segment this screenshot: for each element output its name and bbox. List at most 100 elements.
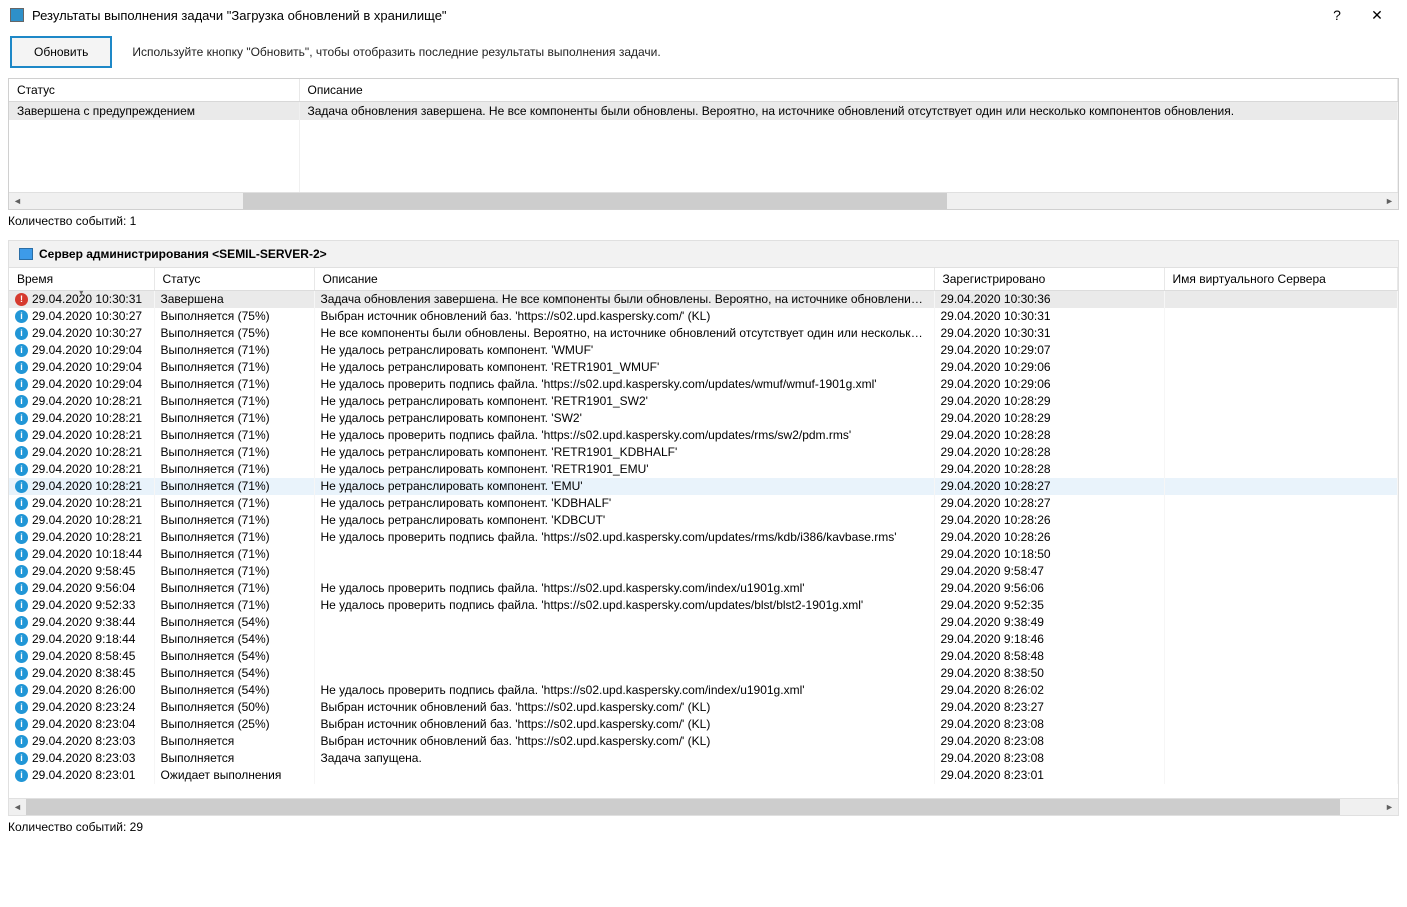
window-title: Результаты выполнения задачи "Загрузка о… — [32, 8, 1317, 23]
event-vserver — [1164, 614, 1398, 631]
event-vserver — [1164, 359, 1398, 376]
event-desc: Не удалось проверить подпись файла. 'htt… — [314, 597, 934, 614]
table-row[interactable]: i29.04.2020 8:38:45Выполняется (54%)29.0… — [9, 665, 1398, 682]
table-row[interactable]: i29.04.2020 10:28:21Выполняется (71%)Не … — [9, 444, 1398, 461]
table-row[interactable]: i29.04.2020 8:26:00Выполняется (54%)Не у… — [9, 682, 1398, 699]
event-desc: Не удалось ретранслировать компонент. 'E… — [314, 478, 934, 495]
event-time: 29.04.2020 9:18:44 — [32, 632, 135, 646]
event-time: 29.04.2020 9:38:44 — [32, 615, 135, 629]
help-button[interactable]: ? — [1317, 7, 1357, 23]
event-desc: Не удалось ретранслировать компонент. 'R… — [314, 393, 934, 410]
event-registered: 29.04.2020 10:28:28 — [934, 461, 1164, 478]
empty-row — [9, 174, 1398, 192]
col-vserver[interactable]: Имя виртуального Сервера — [1164, 268, 1398, 291]
scroll-left-icon[interactable]: ◄ — [9, 193, 26, 210]
table-row[interactable]: i29.04.2020 9:58:45Выполняется (71%)29.0… — [9, 563, 1398, 580]
event-desc: Не удалось ретранслировать компонент. 'S… — [314, 410, 934, 427]
table-row[interactable]: i29.04.2020 8:23:01Ожидает выполнения29.… — [9, 767, 1398, 784]
event-registered: 29.04.2020 8:23:01 — [934, 767, 1164, 784]
table-row[interactable]: !29.04.2020 10:30:31ЗавершенаЗадача обно… — [9, 291, 1398, 308]
scroll-right-icon[interactable]: ► — [1381, 799, 1398, 816]
info-icon: i — [15, 650, 28, 663]
table-row[interactable]: i29.04.2020 9:38:44Выполняется (54%)29.0… — [9, 614, 1398, 631]
table-row[interactable]: i29.04.2020 8:23:03ВыполняетсяВыбран ист… — [9, 733, 1398, 750]
event-registered: 29.04.2020 10:18:50 — [934, 546, 1164, 563]
table-row[interactable]: i29.04.2020 10:28:21Выполняется (71%)Не … — [9, 461, 1398, 478]
table-row[interactable]: i29.04.2020 10:29:04Выполняется (71%)Не … — [9, 376, 1398, 393]
event-desc — [314, 631, 934, 648]
col-desc[interactable]: Описание — [299, 79, 1398, 102]
event-desc: Не удалось ретранслировать компонент. 'K… — [314, 495, 934, 512]
col-desc[interactable]: Описание — [314, 268, 934, 291]
event-status: Выполняется (71%) — [154, 410, 314, 427]
summary-desc: Задача обновления завершена. Не все комп… — [299, 102, 1398, 121]
table-row[interactable]: i29.04.2020 10:28:21Выполняется (71%)Не … — [9, 427, 1398, 444]
table-row[interactable]: i29.04.2020 8:23:24Выполняется (50%)Выбр… — [9, 699, 1398, 716]
table-row[interactable]: i29.04.2020 9:52:33Выполняется (71%)Не у… — [9, 597, 1398, 614]
table-row[interactable]: i29.04.2020 9:56:04Выполняется (71%)Не у… — [9, 580, 1398, 597]
table-row[interactable]: i29.04.2020 10:28:21Выполняется (71%)Не … — [9, 410, 1398, 427]
col-time[interactable]: Время▾ — [9, 268, 154, 291]
table-row[interactable]: i29.04.2020 10:30:27Выполняется (75%)Выб… — [9, 308, 1398, 325]
event-vserver — [1164, 546, 1398, 563]
events-table[interactable]: Время▾ Статус Описание Зарегистрировано … — [9, 268, 1398, 784]
table-row[interactable]: i29.04.2020 10:30:27Выполняется (75%)Не … — [9, 325, 1398, 342]
refresh-button[interactable]: Обновить — [10, 36, 112, 68]
table-row[interactable]: i29.04.2020 8:23:03ВыполняетсяЗадача зап… — [9, 750, 1398, 767]
table-row[interactable]: i29.04.2020 10:28:21Выполняется (71%)Не … — [9, 529, 1398, 546]
event-vserver — [1164, 733, 1398, 750]
event-desc: Не удалось проверить подпись файла. 'htt… — [314, 682, 934, 699]
event-registered: 29.04.2020 10:28:26 — [934, 512, 1164, 529]
event-desc: Не удалось проверить подпись файла. 'htt… — [314, 580, 934, 597]
event-registered: 29.04.2020 8:23:08 — [934, 716, 1164, 733]
event-vserver — [1164, 597, 1398, 614]
summary-count: Количество событий: 1 — [0, 210, 1407, 232]
event-vserver — [1164, 342, 1398, 359]
summary-table[interactable]: Статус Описание Завершена с предупрежден… — [9, 79, 1398, 192]
table-row[interactable]: i29.04.2020 10:28:21Выполняется (71%)Не … — [9, 478, 1398, 495]
event-registered: 29.04.2020 8:26:02 — [934, 682, 1164, 699]
info-icon: i — [15, 667, 28, 680]
table-row[interactable]: i29.04.2020 10:29:04Выполняется (71%)Не … — [9, 359, 1398, 376]
event-vserver — [1164, 665, 1398, 682]
events-scrollbar[interactable]: ◄ ► — [9, 798, 1398, 815]
event-vserver — [1164, 529, 1398, 546]
col-status[interactable]: Статус — [154, 268, 314, 291]
event-time: 29.04.2020 8:26:00 — [32, 683, 135, 697]
summary-scrollbar[interactable]: ◄ ► — [9, 192, 1398, 209]
event-time: 29.04.2020 10:28:21 — [32, 394, 142, 408]
event-vserver — [1164, 393, 1398, 410]
table-row[interactable]: i29.04.2020 10:29:04Выполняется (71%)Не … — [9, 342, 1398, 359]
event-status: Выполняется (25%) — [154, 716, 314, 733]
event-status: Выполняется (50%) — [154, 699, 314, 716]
event-vserver — [1164, 750, 1398, 767]
table-row[interactable]: i29.04.2020 10:18:44Выполняется (71%)29.… — [9, 546, 1398, 563]
info-icon: i — [15, 395, 28, 408]
event-vserver — [1164, 580, 1398, 597]
event-status: Ожидает выполнения — [154, 767, 314, 784]
col-status[interactable]: Статус — [9, 79, 299, 102]
summary-status: Завершена с предупреждением — [9, 102, 299, 121]
event-registered: 29.04.2020 9:52:35 — [934, 597, 1164, 614]
table-row[interactable]: i29.04.2020 10:28:21Выполняется (71%)Не … — [9, 393, 1398, 410]
table-row[interactable]: i29.04.2020 9:18:44Выполняется (54%)29.0… — [9, 631, 1398, 648]
event-desc — [314, 546, 934, 563]
table-row[interactable]: i29.04.2020 8:23:04Выполняется (25%)Выбр… — [9, 716, 1398, 733]
table-row[interactable]: i29.04.2020 8:58:45Выполняется (54%)29.0… — [9, 648, 1398, 665]
event-desc — [314, 767, 934, 784]
event-status: Выполняется (54%) — [154, 648, 314, 665]
event-time: 29.04.2020 8:23:03 — [32, 751, 135, 765]
events-panel: Время▾ Статус Описание Зарегистрировано … — [8, 268, 1399, 816]
event-registered: 29.04.2020 8:58:48 — [934, 648, 1164, 665]
info-icon: i — [15, 310, 28, 323]
scroll-left-icon[interactable]: ◄ — [9, 799, 26, 816]
scroll-right-icon[interactable]: ► — [1381, 193, 1398, 210]
event-registered: 29.04.2020 10:28:29 — [934, 393, 1164, 410]
event-registered: 29.04.2020 8:38:50 — [934, 665, 1164, 682]
table-row[interactable]: i29.04.2020 10:28:21Выполняется (71%)Не … — [9, 512, 1398, 529]
table-row[interactable]: i29.04.2020 10:28:21Выполняется (71%)Не … — [9, 495, 1398, 512]
summary-row[interactable]: Завершена с предупреждением Задача обнов… — [9, 102, 1398, 121]
close-button[interactable]: ✕ — [1357, 7, 1397, 24]
info-icon: i — [15, 701, 28, 714]
col-registered[interactable]: Зарегистрировано — [934, 268, 1164, 291]
